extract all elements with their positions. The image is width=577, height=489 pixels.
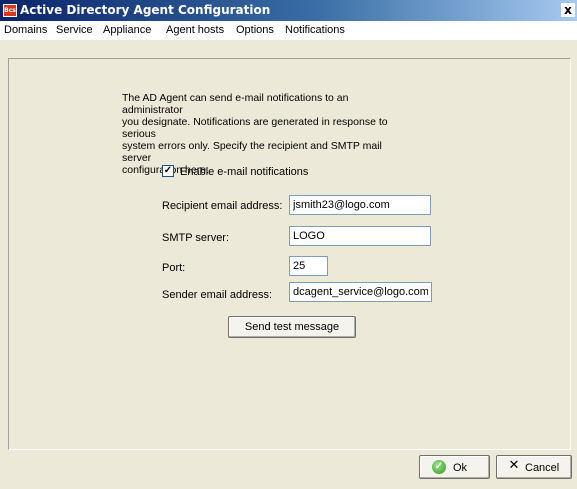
menu-bar: Domains Service Appliance Agent hosts Op… [0,21,577,40]
config-window: Bcs Active Directory Agent Configuration… [0,0,577,489]
description-line: The AD Agent can send e-mail notificatio… [122,92,349,116]
description-line: you designate. Notifications are generat… [122,116,388,140]
menu-item-options[interactable]: Options [236,24,274,36]
ok-button[interactable]: ✓ Ok [419,455,490,479]
cancel-button[interactable]: ✕ Cancel [496,455,572,479]
recipient-label: Recipient email address: [162,200,283,212]
menu-item-notifications[interactable]: Notifications [285,24,345,36]
port-input[interactable] [289,256,328,276]
port-label: Port: [162,262,186,274]
recipient-email-input[interactable] [289,195,431,215]
cancel-x-icon: ✕ [508,458,520,473]
app-icon: Bcs [3,4,17,17]
menu-item-domains[interactable]: Domains [4,24,47,36]
check-mark-icon: ✓ [163,165,173,176]
menu-item-agent-hosts[interactable]: Agent hosts [166,24,224,36]
sender-email-input[interactable] [289,282,432,302]
cancel-label: Cancel [525,462,560,474]
title-bar: Bcs Active Directory Agent Configuration… [0,0,577,21]
send-test-message-label: Send test message [244,321,340,333]
enable-notifications-checkbox[interactable]: ✓ [162,165,174,177]
sender-label: Sender email address: [162,289,273,301]
send-test-message-button[interactable]: Send test message [228,316,356,338]
enable-notifications-label: Enable e-mail notifications [180,166,309,178]
notifications-description: The AD Agent can send e-mail notificatio… [122,92,412,176]
description-line: system errors only. Specify the recipien… [122,140,382,164]
close-button[interactable]: x [561,3,575,17]
smtp-server-input[interactable] [289,226,431,246]
ok-label: Ok [453,462,468,474]
ok-check-icon: ✓ [432,460,446,474]
menu-item-service[interactable]: Service [56,24,93,36]
menu-item-appliance[interactable]: Appliance [103,24,151,36]
window-title: Active Directory Agent Configuration [20,3,271,17]
smtp-server-label: SMTP server: [162,232,230,244]
